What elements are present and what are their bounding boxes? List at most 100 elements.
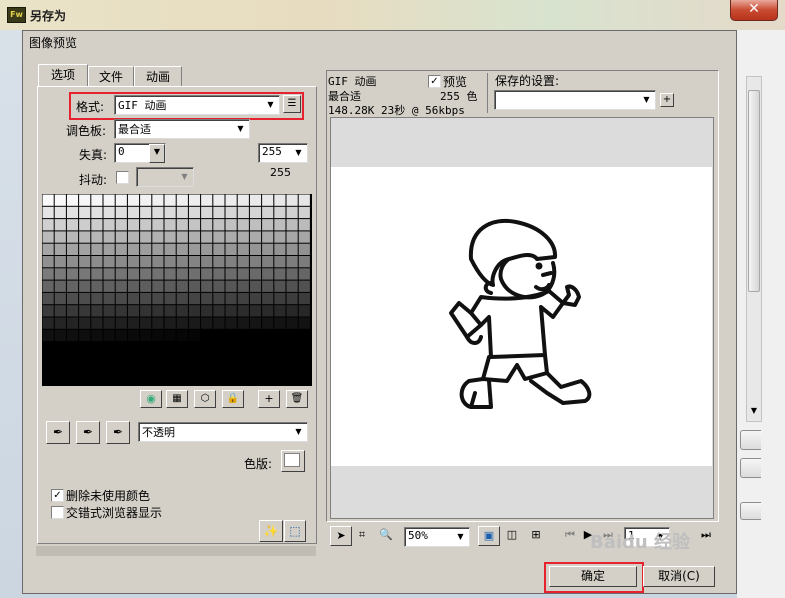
remove-unused-label: 删除未使用颜色 — [66, 489, 151, 503]
palette-swatch — [188, 194, 201, 206]
palette-swatch — [188, 219, 201, 231]
lock-color-icon[interactable]: 🔒 — [222, 390, 244, 408]
palette-swatch — [91, 280, 103, 292]
palette-swatch — [103, 329, 115, 342]
snap-web-safe-icon[interactable]: ⬡ — [194, 390, 216, 408]
background-button-2[interactable] — [740, 458, 761, 478]
format-label: 格式: — [76, 100, 105, 114]
color-palette-grid[interactable] — [42, 194, 312, 386]
palette-swatch — [152, 268, 164, 280]
palette-swatch — [298, 305, 310, 317]
dither-checkbox[interactable] — [116, 171, 129, 184]
loss-value: 0 — [118, 145, 125, 158]
eyedropper-icon[interactable]: ✒ — [46, 421, 70, 444]
palette-swatch — [54, 231, 66, 243]
dither-amount-select[interactable]: ▼ — [136, 167, 194, 187]
interlaced-checkbox[interactable] — [51, 506, 64, 519]
four-up-view-icon[interactable]: ⊞ — [526, 526, 546, 544]
palette-select[interactable]: 最合适 ▼ — [114, 119, 250, 139]
pointer-tool-icon[interactable]: ➤ — [330, 526, 352, 546]
palette-swatch — [127, 256, 140, 268]
palette-swatch — [54, 317, 66, 329]
palette-swatch — [152, 256, 164, 268]
palette-swatch — [213, 206, 225, 219]
first-frame-icon[interactable]: ⏮ — [560, 526, 580, 544]
add-settings-icon[interactable]: + — [660, 93, 674, 107]
color-wheel-icon[interactable]: ◉ — [140, 390, 162, 408]
palette-swatch — [103, 243, 115, 255]
cancel-button[interactable]: 取消(C) — [643, 566, 715, 587]
palette-swatch — [225, 231, 237, 243]
palette-swatch — [274, 268, 286, 280]
palette-swatch — [237, 206, 249, 219]
palette-swatch — [286, 280, 298, 292]
single-view-icon[interactable]: ▣ — [478, 526, 500, 546]
palette-swatch — [286, 219, 298, 231]
scroll-down-icon[interactable]: ▼ — [746, 404, 762, 418]
format-options-icon[interactable]: ☰ — [283, 95, 301, 113]
matte-swatch[interactable] — [281, 450, 305, 472]
tab-animation[interactable]: 动画 — [134, 66, 182, 87]
remove-unused-checkbox[interactable]: ✓ — [51, 489, 64, 502]
transparency-select[interactable]: 不透明 ▼ — [138, 422, 308, 442]
preview-image — [331, 167, 712, 466]
palette-swatch — [274, 317, 286, 329]
transparency-swatch-icon[interactable]: ▦ — [166, 390, 188, 408]
close-button[interactable]: ✕ — [730, 0, 778, 21]
crop-tool-icon[interactable]: ⌗ — [352, 526, 372, 544]
format-select[interactable]: GIF 动画 ▼ — [114, 95, 280, 115]
palette-swatch — [115, 206, 127, 219]
preview-checkbox[interactable]: ✓ — [428, 75, 441, 88]
background-button-1[interactable] — [740, 430, 761, 450]
palette-swatch — [103, 305, 115, 317]
loss-input[interactable]: 0 ▼ — [114, 143, 166, 163]
palette-swatch — [42, 256, 54, 268]
ok-button[interactable]: 确定 — [549, 566, 637, 587]
palette-swatch — [201, 256, 213, 268]
background-button-3[interactable] — [740, 502, 761, 520]
palette-swatch — [262, 256, 274, 268]
scrollbar-thumb[interactable] — [748, 90, 760, 292]
tab-options[interactable]: 选项 — [38, 64, 88, 87]
zoom-select[interactable]: 50% ▼ — [404, 527, 470, 547]
zoom-tool-icon[interactable]: 🔍 — [376, 526, 396, 544]
palette-swatch — [103, 219, 115, 231]
palette-swatch — [91, 231, 103, 243]
palette-swatch — [91, 317, 103, 329]
saved-settings-select[interactable]: ▼ — [494, 90, 656, 110]
chevron-down-icon[interactable]: ▼ — [149, 144, 165, 163]
next-frame-icon[interactable]: ⏭ — [696, 526, 716, 544]
palette-swatch — [42, 194, 54, 206]
palette-swatch — [249, 194, 262, 206]
palette-swatch — [42, 231, 54, 243]
palette-swatch — [213, 280, 225, 292]
optimize-size-icon[interactable]: ⬚ — [284, 520, 306, 542]
eyedropper-add-icon[interactable]: ✒ — [76, 421, 100, 444]
palette-swatch — [201, 231, 213, 243]
palette-swatch — [115, 231, 127, 243]
palette-swatch — [237, 292, 249, 305]
palette-swatch — [140, 329, 152, 342]
colors-select[interactable]: 255 ▼ — [258, 143, 308, 163]
preview-stats: 148.28K 23秒 @ 56kbps — [328, 104, 465, 117]
palette-swatch — [54, 292, 66, 305]
palette-swatch — [66, 206, 79, 219]
palette-swatch — [176, 329, 188, 342]
export-wizard-icon[interactable]: ✨ — [259, 520, 283, 542]
palette-swatch — [213, 243, 225, 255]
palette-swatch — [152, 219, 164, 231]
palette-swatch — [176, 219, 188, 231]
palette-swatch — [274, 231, 286, 243]
palette-swatch — [103, 280, 115, 292]
palette-swatch — [298, 256, 310, 268]
add-color-icon[interactable]: + — [258, 390, 280, 408]
eyedropper-subtract-icon[interactable]: ✒ — [106, 421, 130, 444]
palette-swatch — [164, 292, 176, 305]
palette-swatch — [298, 194, 310, 206]
tab-file[interactable]: 文件 — [88, 66, 134, 87]
palette-swatch — [262, 194, 274, 206]
palette-swatch — [249, 292, 262, 305]
two-up-view-icon[interactable]: ◫ — [502, 526, 522, 544]
delete-color-icon[interactable]: 🗑 — [286, 390, 308, 408]
palette-swatch — [298, 292, 310, 305]
